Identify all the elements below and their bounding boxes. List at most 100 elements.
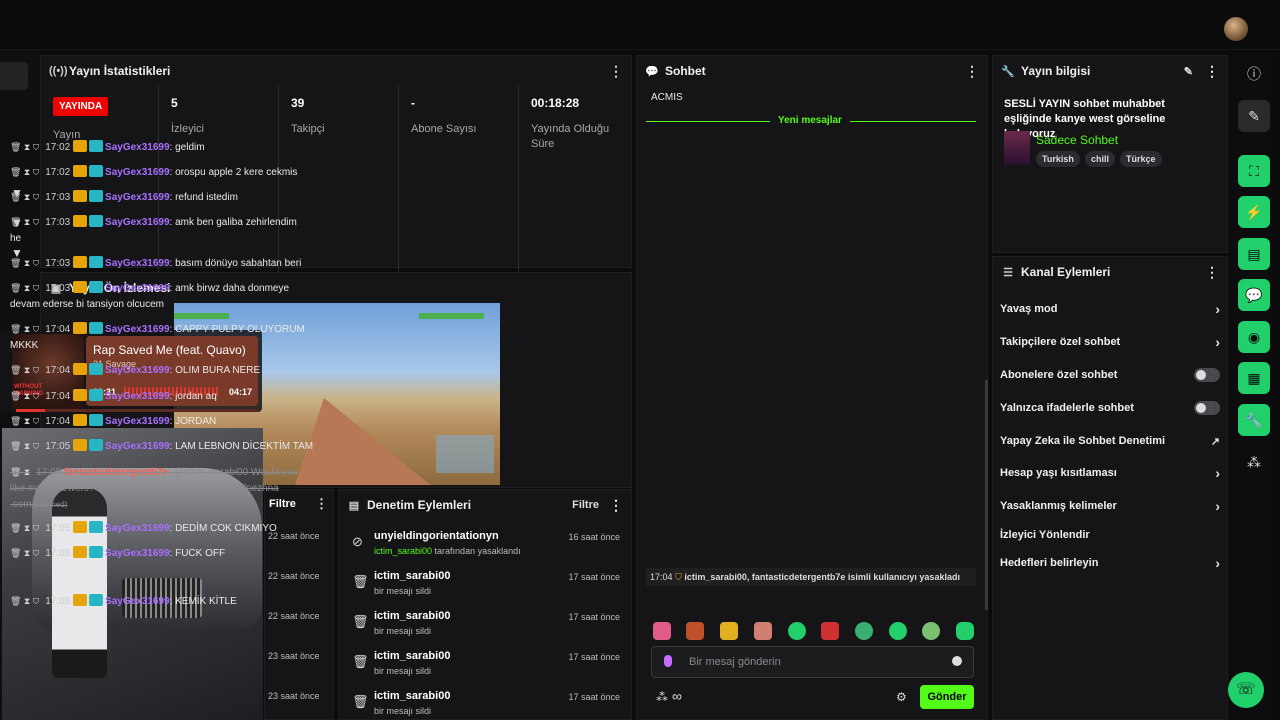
mod-tools-icon[interactable]: 🗑 ⧗ ⛉ xyxy=(10,217,39,227)
message-user[interactable]: SayGex31699 xyxy=(105,192,170,203)
category-link[interactable]: Sadece Sohbet xyxy=(1036,133,1118,147)
emote[interactable] xyxy=(754,622,772,640)
info-icon[interactable]: ⓘ xyxy=(1238,58,1270,90)
category-thumbnail[interactable] xyxy=(1004,131,1030,165)
sub-badge-icon xyxy=(89,546,104,558)
message-user[interactable]: SayGex31699 xyxy=(105,391,170,402)
document-icon[interactable]: ▤ xyxy=(1238,238,1270,270)
message-user[interactable]: SayGex31699 xyxy=(105,142,170,153)
message-user[interactable]: SayGex31699 xyxy=(105,365,170,376)
chevron-right-icon: › xyxy=(1215,555,1220,571)
mod-row[interactable]: 🗑 ictim_sarabi00 bir mesajı sildi 17 saa… xyxy=(338,644,632,684)
pencil-icon[interactable]: ✎ xyxy=(1238,100,1270,132)
mod-tools-icon[interactable]: 🗑 ⧗ ⛉ xyxy=(10,324,39,334)
support-button[interactable]: ☏ xyxy=(1228,672,1264,708)
microphone-icon[interactable] xyxy=(664,655,672,667)
kebab-menu-icon[interactable]: ⋮ xyxy=(609,63,623,80)
community-icon[interactable]: ⁂ xyxy=(656,690,668,704)
mod-row[interactable]: 🗑 ictim_sarabi00 bir mesajı sildi 17 saa… xyxy=(338,604,632,644)
mod-tools-icon[interactable]: 🗑 ⧗ ⛉ xyxy=(10,391,39,401)
message-user[interactable]: SayGex31699 xyxy=(105,324,170,335)
tag-chip[interactable]: Turkish xyxy=(1036,151,1080,167)
layout-icon[interactable]: ▦ xyxy=(1238,362,1270,394)
tag-chip[interactable]: chill xyxy=(1085,151,1116,167)
message-user[interactable]: SayGex31699 xyxy=(105,217,170,228)
message-user[interactable]: SayGex31699 xyxy=(105,548,170,559)
channel-action[interactable]: İzleyici Yönlendir xyxy=(1000,526,1220,544)
emote[interactable] xyxy=(922,622,940,640)
message-user[interactable]: fantasticdetergentb7e xyxy=(64,467,168,478)
kebab-menu-icon[interactable]: ⋮ xyxy=(1205,264,1219,281)
kebab-menu-icon[interactable]: ⋮ xyxy=(1205,63,1219,80)
ban-notice: 17:04 ⛉ ictim_sarabi00, fantasticdeterge… xyxy=(646,568,976,586)
mod-row[interactable]: 🗑 ictim_sarabi00 bir mesajı sildi 17 saa… xyxy=(338,684,632,718)
community-icon[interactable]: ⁂ xyxy=(1238,446,1270,478)
message-text: : amk ben galiba zehirlendim xyxy=(169,217,297,228)
channel-action[interactable]: Takipçilere özel sohbet › xyxy=(1000,333,1220,351)
channel-action[interactable]: Yapay Zeka ile Sohbet Denetimi ↗ xyxy=(1000,432,1220,450)
message-user[interactable]: SayGex31699 xyxy=(105,167,170,178)
channel-action-label: Takipçilere özel sohbet xyxy=(1000,336,1121,348)
emote[interactable] xyxy=(821,622,839,640)
emote[interactable] xyxy=(653,622,671,640)
mod-tools-icon[interactable]: 🗑 ⧗ ⛉ xyxy=(10,192,39,202)
crown-badge-icon xyxy=(73,521,88,533)
channel-action[interactable]: Hedefleri belirleyin › xyxy=(1000,554,1220,572)
tag-chip[interactable]: Türkçe xyxy=(1120,151,1162,167)
emote[interactable] xyxy=(686,622,704,640)
channel-action[interactable]: Yalnızca ifadelerle sohbet xyxy=(1000,399,1220,417)
mod-tools-icon[interactable]: 🗑 ⧗ xyxy=(10,467,30,477)
infinity-icon[interactable]: ∞ xyxy=(672,688,682,704)
emote[interactable] xyxy=(956,622,974,640)
message-user[interactable]: SayGex31699 xyxy=(105,441,170,452)
mod-tools-icon[interactable]: 🗑 ⧗ ⛉ xyxy=(10,548,39,558)
left-nav-active[interactable] xyxy=(0,62,28,90)
message-text: : refund istedim xyxy=(169,192,238,203)
avatar[interactable] xyxy=(1224,17,1248,41)
channel-action[interactable]: Hesap yaşı kısıtlaması › xyxy=(1000,464,1220,482)
settings-icon[interactable]: ⚙ xyxy=(896,690,907,704)
broadcast-icon[interactable]: ◉ xyxy=(1238,321,1270,353)
mod-tools-icon[interactable]: 🗑 ⧗ ⛉ xyxy=(10,441,39,451)
wrench-icon[interactable]: 🔧 xyxy=(1238,404,1270,436)
channel-action[interactable]: Abonelere özel sohbet xyxy=(1000,366,1220,384)
mod-tools-icon[interactable]: 🗑 ⧗ ⛉ xyxy=(10,258,39,268)
mod-tools-icon[interactable]: 🗑 ⧗ ⛉ xyxy=(10,283,39,293)
filter-time: 22 saat önce xyxy=(268,571,320,581)
message-text: : @ictim_sarabi00 Would you xyxy=(167,467,299,478)
emote[interactable] xyxy=(720,622,738,640)
mod-tools-icon[interactable]: 🗑 ⧗ ⛉ xyxy=(10,167,39,177)
toggle-switch[interactable] xyxy=(1194,368,1220,382)
message-time: 17:02 xyxy=(45,142,71,153)
toggle-switch[interactable] xyxy=(1194,401,1220,415)
message-text-cont: MKKK xyxy=(10,340,39,351)
stat-value: 00:18:28 xyxy=(531,96,580,110)
emote[interactable] xyxy=(855,622,873,640)
sub-badge-icon xyxy=(89,439,104,451)
mod-tools-icon[interactable]: 🗑 ⧗ ⛉ xyxy=(10,365,39,375)
emote[interactable] xyxy=(889,622,907,640)
message-user[interactable]: SayGex31699 xyxy=(105,416,170,427)
emote[interactable] xyxy=(788,622,806,640)
message-time: 17:05 xyxy=(45,523,71,534)
kebab-menu-icon[interactable]: ⋮ xyxy=(965,63,979,80)
mod-tools-icon[interactable]: 🗑 ⧗ ⛉ xyxy=(10,523,39,533)
message-user[interactable]: SayGex31699 xyxy=(105,283,170,294)
lightning-icon[interactable]: ⚡ xyxy=(1238,196,1270,228)
emoji-icon[interactable] xyxy=(952,656,962,666)
chat-icon[interactable]: 💬 xyxy=(1238,279,1270,311)
stat-label: İzleyici xyxy=(171,123,205,135)
channel-action[interactable]: Yavaş mod › xyxy=(1000,300,1220,318)
mod-tools-icon[interactable]: 🗑 ⧗ ⛉ xyxy=(10,596,39,606)
mod-tools-icon[interactable]: 🗑 ⧗ ⛉ xyxy=(10,416,39,426)
send-button[interactable]: Gönder xyxy=(920,685,974,709)
channel-action[interactable]: Yasaklanmış kelimeler › xyxy=(1000,497,1220,515)
stat-value: 5 xyxy=(171,96,178,110)
pencil-icon[interactable]: ✎ xyxy=(1184,65,1193,78)
scan-icon[interactable]: ⛶ xyxy=(1238,155,1270,187)
message-user[interactable]: SayGex31699 xyxy=(105,258,170,269)
message-user[interactable]: SayGex31699 xyxy=(105,596,170,607)
message-user[interactable]: SayGex31699 xyxy=(105,523,170,534)
message-text: : CAPPY PULPY OLUYORUM xyxy=(169,324,305,335)
mod-tools-icon[interactable]: 🗑 ⧗ ⛉ xyxy=(10,142,39,152)
